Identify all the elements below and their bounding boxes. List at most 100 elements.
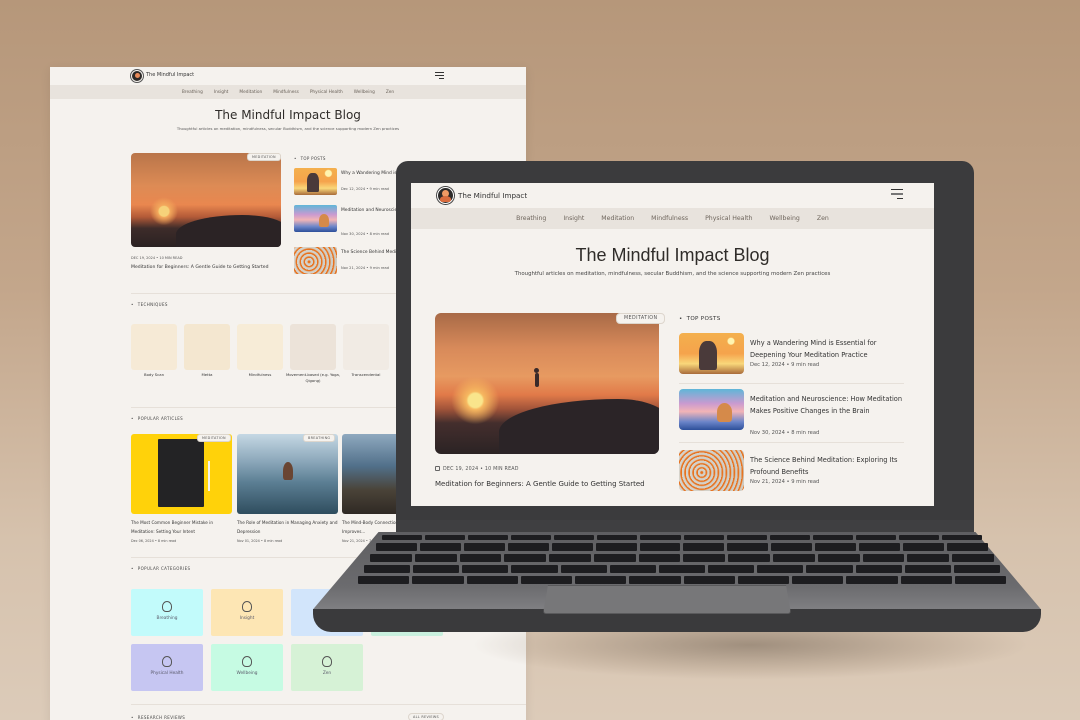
technique-card-body-scan[interactable] <box>131 324 177 370</box>
keyboard-key <box>466 576 518 584</box>
key-row <box>364 565 1001 573</box>
nav-zen[interactable]: Zen <box>817 215 829 222</box>
nav-insight[interactable]: Insight <box>563 215 584 222</box>
featured-tag[interactable]: MEDITATION <box>247 153 281 161</box>
keyboard-key <box>757 565 804 573</box>
featured-tag[interactable]: MEDITATION <box>616 313 666 324</box>
nav-breathing[interactable]: Breathing <box>516 215 546 222</box>
laptop-screen: The Mindful Impact Breathing Insight Med… <box>411 183 934 506</box>
brand-name[interactable]: The Mindful Impact <box>146 72 194 78</box>
keyboard-key <box>728 554 771 562</box>
featured-title[interactable]: Meditation for Beginners: A Gentle Guide… <box>435 480 645 488</box>
category-label: Breathing <box>156 616 178 621</box>
technique-card-metta[interactable] <box>184 324 230 370</box>
nav-wellbeing[interactable]: Wellbeing <box>770 215 800 222</box>
key-row <box>376 543 988 551</box>
keyboard-key <box>859 543 901 551</box>
category-nav: Breathing Insight Meditation Mindfulness… <box>411 208 934 229</box>
technique-label: Metta <box>201 372 213 377</box>
post-title[interactable]: Meditation and Neuroscience: How Meditat… <box>750 393 910 417</box>
keyboard-key <box>638 554 681 562</box>
post-thumbnail[interactable] <box>294 247 337 274</box>
featured-meta: DEC 19, 2024 • 10 MIN READ <box>435 466 519 472</box>
category-card-insight[interactable]: Insight <box>211 589 283 636</box>
nav-breathing[interactable]: Breathing <box>182 90 203 95</box>
keyboard-key <box>549 554 591 562</box>
post-thumbnail[interactable] <box>294 205 337 232</box>
featured-meta: DEC 19, 2024 • 10 MIN READ <box>131 256 183 260</box>
post-title[interactable]: The Science Behind Meditation: Exploring… <box>750 454 910 478</box>
divider <box>131 704 526 705</box>
category-card-zen[interactable]: Zen <box>291 644 363 691</box>
article-tag[interactable]: MEDITATION <box>197 434 231 442</box>
post-meta: Nov 30, 2024 • 8 min read <box>750 430 820 436</box>
featured-title[interactable]: Meditation for Beginners: A Gentle Guide… <box>131 265 269 270</box>
technique-card-movement[interactable] <box>290 324 336 370</box>
keyboard-key <box>414 554 457 562</box>
featured-image[interactable] <box>435 313 659 454</box>
category-label: Zen <box>322 671 332 676</box>
post-thumbnail[interactable] <box>679 389 744 430</box>
technique-label: Mindfulness <box>248 372 272 377</box>
key-row <box>358 576 1006 584</box>
hamburger-menu-icon[interactable] <box>435 72 444 81</box>
keyboard-key <box>511 565 558 573</box>
nav-zen[interactable]: Zen <box>386 90 394 95</box>
keyboard-key <box>900 576 952 584</box>
article-title[interactable]: The Most Common Beginner Mistake in Medi… <box>131 519 233 536</box>
keyboard-key <box>792 576 844 584</box>
lotus-icon <box>322 656 332 667</box>
nav-wellbeing[interactable]: Wellbeing <box>354 90 375 95</box>
keyboard-key <box>468 535 509 540</box>
category-label: Insight <box>239 616 255 621</box>
keyboard-key <box>382 535 423 540</box>
site-header: The Mindful Impact <box>411 183 934 208</box>
post-title[interactable]: Why a Wandering Mind is Essential for De… <box>750 337 910 361</box>
keyboard-key <box>595 543 637 551</box>
post-meta: Dec 12, 2024 • 9 min read <box>341 187 389 191</box>
article-image[interactable] <box>237 434 338 514</box>
keyboard-key <box>773 554 815 562</box>
nav-physical-health[interactable]: Physical Health <box>310 90 343 95</box>
keyboard-key <box>629 576 681 584</box>
category-card-physical-health[interactable]: Physical Health <box>131 644 203 691</box>
nav-meditation[interactable]: Meditation <box>601 215 634 222</box>
nav-insight[interactable]: Insight <box>214 90 229 95</box>
all-reviews-button[interactable]: ALL REVIEWS <box>408 713 444 720</box>
logo-icon[interactable] <box>131 70 143 82</box>
popular-articles-label: POPULAR ARTICLES <box>131 416 183 421</box>
nav-meditation[interactable]: Meditation <box>239 90 262 95</box>
keyboard-key <box>855 565 902 573</box>
brand-name[interactable]: The Mindful Impact <box>458 191 527 200</box>
keyboard-key <box>504 554 547 562</box>
divider <box>679 383 904 384</box>
page-subtitle: Thoughtful articles on meditation, mindf… <box>514 271 831 277</box>
calendar-icon <box>435 466 440 471</box>
logo-icon[interactable] <box>437 187 454 204</box>
article-meta: Dec 06, 2024 • 8 min read <box>131 539 177 543</box>
category-card-wellbeing[interactable]: Wellbeing <box>211 644 283 691</box>
nav-mindfulness[interactable]: Mindfulness <box>651 215 688 222</box>
nav-mindfulness[interactable]: Mindfulness <box>273 90 299 95</box>
nav-physical-health[interactable]: Physical Health <box>705 215 752 222</box>
article-image[interactable] <box>131 434 232 514</box>
category-card-breathing[interactable]: Breathing <box>131 589 203 636</box>
article-tag[interactable]: BREATHING <box>303 434 336 442</box>
keyboard-key <box>907 554 950 562</box>
article-title[interactable]: The Role of Meditation in Managing Anxie… <box>237 519 339 536</box>
keyboard-key <box>358 576 410 584</box>
hamburger-menu-icon[interactable] <box>891 189 903 202</box>
post-meta: Dec 12, 2024 • 9 min read <box>750 362 820 368</box>
keyboard-key <box>903 543 944 551</box>
post-thumbnail[interactable] <box>679 333 744 374</box>
keyboard-key <box>726 535 767 540</box>
technique-card-mindfulness[interactable] <box>237 324 283 370</box>
post-thumbnail[interactable] <box>679 450 744 491</box>
category-label: Physical Health <box>150 671 184 676</box>
keyboard-key <box>520 576 572 584</box>
featured-image[interactable] <box>131 153 281 247</box>
technique-label: Body Scan <box>143 372 165 377</box>
post-thumbnail[interactable] <box>294 168 337 195</box>
technique-card-transcendental[interactable] <box>343 324 389 370</box>
popular-categories-label: POPULAR CATEGORIES <box>131 566 190 571</box>
